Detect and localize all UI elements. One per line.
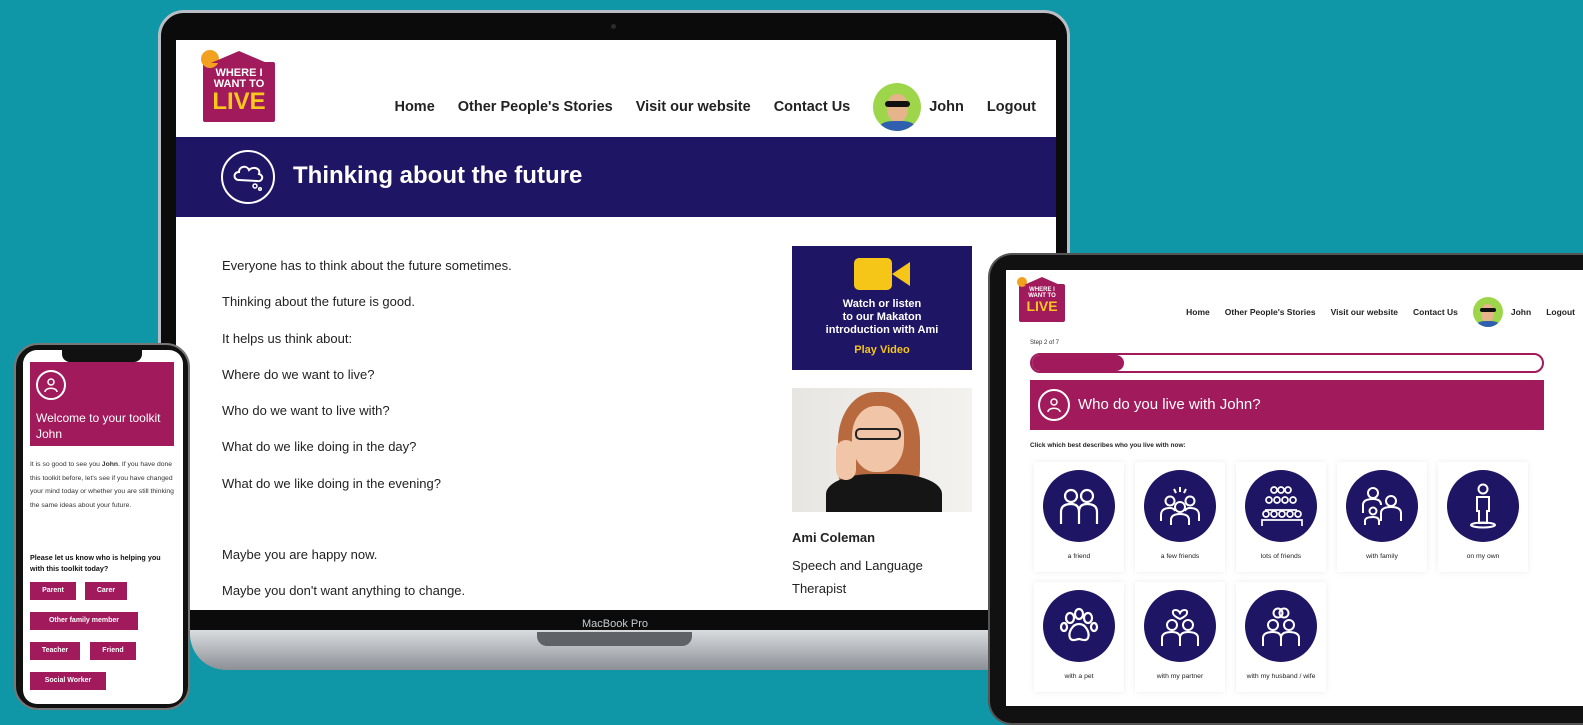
main-nav: Home Other People's Stories Visit our we… (1186, 297, 1575, 327)
video-caption-2: to our Makaton (842, 311, 922, 324)
body-line: What do we like doing in the day? (222, 439, 417, 455)
nav-logout[interactable]: Logout (987, 99, 1036, 115)
site-header: WHERE I WANT TO LIVE Home Other People's… (176, 40, 1056, 137)
nav-contact[interactable]: Contact Us (774, 99, 851, 115)
nav-website[interactable]: Visit our website (636, 99, 751, 115)
thought-cloud-icon (221, 150, 275, 204)
welcome-card: Welcome to your toolkit John (30, 362, 174, 446)
option-label: with family (1366, 553, 1398, 560)
chip-other-family[interactable]: Other family member (30, 612, 138, 630)
couple-heart-icon (1144, 590, 1216, 662)
chip-carer[interactable]: Carer (85, 582, 127, 600)
option-with-my-partner[interactable]: with my partner (1135, 582, 1225, 692)
option-a-friend[interactable]: a friend (1034, 462, 1124, 572)
tablet-screen: WHERE I WANT TO LIVE Home Other People's… (1006, 270, 1583, 706)
option-label: a few friends (1160, 553, 1200, 560)
option-label: lots of friends (1260, 553, 1302, 560)
logo-line3: LIVE (1026, 298, 1058, 314)
video-caption-1: Watch or listen (842, 298, 922, 310)
play-video-button[interactable]: Play Video (792, 344, 972, 357)
welcome-title: Welcome to your toolkit John (36, 411, 161, 442)
body-line: Where do we want to live? (222, 366, 375, 382)
nav-contact[interactable]: Contact Us (1413, 307, 1458, 317)
single-person-icon (1447, 470, 1519, 542)
step-indicator: Step 2 of 7 (1030, 340, 1060, 346)
option-a-few-friends[interactable]: a few friends (1135, 462, 1225, 572)
paw-icon (1043, 590, 1115, 662)
option-label: on my own (1466, 553, 1500, 560)
two-people-icon (1043, 470, 1115, 542)
site-logo[interactable]: WHERE I WANT TO LIVE (201, 50, 275, 122)
option-with-a-pet[interactable]: with a pet (1034, 582, 1124, 692)
option-label: with my partner (1156, 673, 1204, 680)
instruction: Click which best describes who you live … (1030, 442, 1186, 449)
group-icon (1144, 470, 1216, 542)
page-title: Thinking about the future (293, 162, 583, 189)
nav-stories[interactable]: Other People's Stories (458, 99, 613, 115)
crowd-icon (1245, 470, 1317, 542)
user-icon (36, 370, 66, 400)
chip-social-worker[interactable]: Social Worker (30, 672, 106, 690)
phone-notch (62, 350, 142, 362)
laptop-camera (611, 24, 616, 29)
site-logo[interactable]: WHERE I WANT TO LIVE (1017, 277, 1065, 322)
presenter-role: Speech and Language Therapist (792, 558, 923, 596)
presenter-photo (792, 388, 972, 512)
laptop-notch (537, 632, 692, 646)
question-banner: Who do you live with John? (1030, 380, 1544, 430)
user-menu[interactable]: John (1472, 297, 1532, 327)
device-label: MacBook Pro (581, 618, 649, 630)
body-line: Thinking about the future is good. (222, 294, 415, 310)
body-line: It helps us think about: (222, 330, 353, 346)
welcome-text: It is so good to see you John. If you ha… (30, 461, 174, 509)
user-menu[interactable]: John (873, 83, 964, 131)
helper-question: Please let us know who is helping you wi… (30, 553, 161, 573)
chip-teacher[interactable]: Teacher (30, 642, 80, 660)
logo-line3: LIVE (212, 88, 266, 115)
progress-fill (1032, 355, 1124, 371)
couple-rings-icon (1245, 590, 1317, 662)
nav-home[interactable]: Home (394, 99, 434, 115)
progress-bar (1030, 353, 1544, 373)
chip-friend[interactable]: Friend (90, 642, 136, 660)
avatar (873, 83, 922, 131)
option-label: a friend (1067, 553, 1091, 560)
sun-icon (1017, 277, 1027, 287)
body-line: Everyone has to think about the future s… (222, 258, 512, 273)
body-line: Maybe you don't want anything to change. (222, 583, 466, 599)
presenter-name: Ami Coleman (792, 530, 876, 545)
nav-stories[interactable]: Other People's Stories (1225, 307, 1316, 317)
avatar (1472, 297, 1503, 327)
user-icon (1038, 389, 1070, 421)
option-with-family[interactable]: with family (1337, 462, 1427, 572)
option-lots-of-friends[interactable]: lots of friends (1236, 462, 1326, 572)
user-name: John (1510, 307, 1532, 317)
option-label: with my husband / wife (1246, 673, 1316, 680)
user-name: John (929, 99, 964, 115)
body-line: Maybe you are happy now. (222, 547, 378, 563)
body-line: What do we like doing in the evening? (222, 475, 441, 491)
nav-website[interactable]: Visit our website (1331, 307, 1398, 317)
main-nav: Home Other People's Stories Visit our we… (394, 83, 1036, 131)
option-label: with a pet (1064, 673, 1094, 680)
page-body: Everyone has to think about the future s… (222, 258, 512, 610)
laptop-screen: WHERE I WANT TO LIVE Home Other People's… (176, 40, 1056, 610)
nav-logout[interactable]: Logout (1546, 307, 1575, 317)
option-on-my-own[interactable]: on my own (1438, 462, 1528, 572)
chip-parent[interactable]: Parent (30, 582, 76, 600)
video-camera-icon (854, 258, 910, 290)
roof-icon (1024, 277, 1060, 285)
sun-icon (201, 50, 219, 68)
body-line: Who do we want to live with? (222, 403, 390, 419)
video-caption-3: introduction with Ami (825, 324, 939, 337)
option-with-my-husband-wife[interactable]: with my husband / wife (1236, 582, 1326, 692)
page-banner: Thinking about the future (176, 137, 1056, 217)
family-icon (1346, 470, 1418, 542)
roof-icon (211, 51, 267, 63)
phone-screen: Welcome to your toolkit John It is so go… (23, 350, 183, 704)
nav-home[interactable]: Home (1186, 307, 1210, 317)
video-card[interactable]: Watch or listen to our Makaton introduct… (792, 246, 972, 370)
question-title: Who do you live with John? (1078, 396, 1261, 413)
